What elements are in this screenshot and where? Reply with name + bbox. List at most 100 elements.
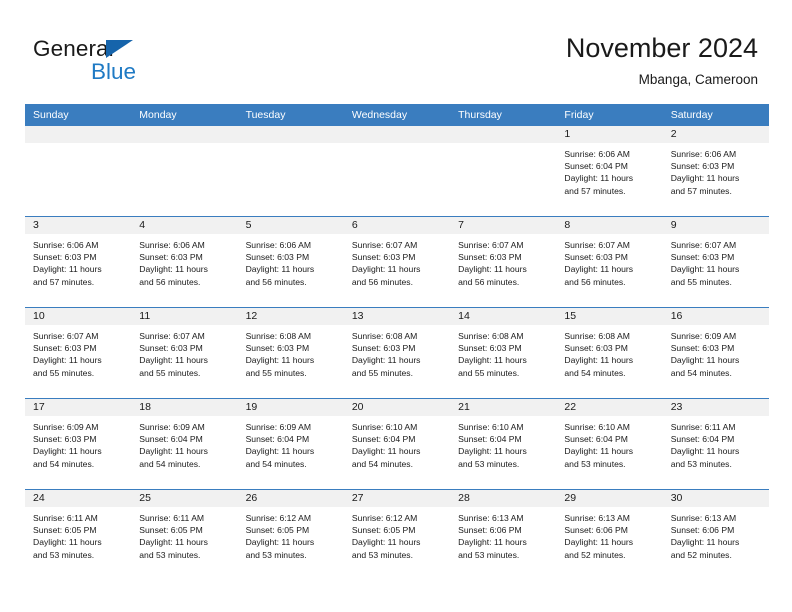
calendar-day-cell[interactable]: 26 Sunrise: 6:12 AM Sunset: 6:05 PM Dayligh… — [237, 489, 344, 580]
daylight-text-line1: Daylight: 11 hours — [458, 264, 527, 275]
daylight-text-line2: and 56 minutes. — [139, 276, 201, 287]
calendar-page: General Blue November 2024 Mbanga, Camer… — [0, 0, 792, 612]
daylight-text-line2: and 53 minutes. — [670, 458, 732, 469]
calendar-day-cell[interactable]: 15 Sunrise: 6:08 AM Sunset: 6:03 PM Dayligh… — [556, 307, 663, 399]
calendar-day-cell[interactable]: 8 Sunrise: 6:07 AM Sunset: 6:03 PM Daylight… — [556, 216, 663, 308]
daylight-text-line1: Daylight: 11 hours — [351, 264, 421, 275]
daylight-text-line1: Daylight: 11 hours — [564, 264, 634, 275]
calendar-day-cell[interactable]: 13 Sunrise: 6:08 AM Sunset: 6:03 PM Dayligh… — [343, 307, 451, 399]
day-number — [450, 126, 557, 143]
day-number: 25 — [131, 490, 238, 507]
calendar-day-cell[interactable]: 3 Sunrise: 6:06 AM Sunset: 6:03 PM Daylight… — [25, 216, 132, 308]
calendar-cell-empty — [237, 126, 344, 217]
calendar-day-cell[interactable]: 23 Sunrise: 6:11 AM Sunset: 6:04 PM Dayligh… — [662, 398, 769, 490]
title-block: November 2024 Mbanga, Cameroon — [566, 32, 758, 88]
daylight-text-line1: Daylight: 11 hours — [139, 537, 208, 548]
day-details: Sunrise: 6:08 AM Sunset: 6:03 PM Daylight:… — [556, 325, 662, 379]
brand-logo[interactable]: General Blue — [33, 36, 253, 92]
sunset-text: Sunset: 6:06 PM — [564, 525, 628, 536]
daylight-text-line1: Daylight: 11 hours — [245, 446, 315, 457]
sunset-text: Sunset: 6:03 PM — [139, 252, 203, 263]
calendar-day-cell[interactable]: 21 Sunrise: 6:10 AM Sunset: 6:04 PM Dayligh… — [450, 398, 557, 490]
daylight-text-line2: and 53 minutes. — [458, 549, 520, 560]
day-number — [131, 126, 238, 143]
daylight-text-line2: and 55 minutes. — [245, 367, 307, 378]
sunrise-text: Sunrise: 6:08 AM — [458, 331, 524, 341]
sunset-text: Sunset: 6:04 PM — [458, 434, 522, 445]
calendar-day-cell[interactable]: 18 Sunrise: 6:09 AM Sunset: 6:04 PM Dayligh… — [131, 398, 238, 490]
calendar-day-cell[interactable]: 27 Sunrise: 6:12 AM Sunset: 6:05 PM Dayligh… — [343, 489, 451, 580]
sunset-text: Sunset: 6:04 PM — [351, 434, 416, 445]
day-details: Sunrise: 6:11 AM Sunset: 6:05 PM Daylight:… — [131, 507, 237, 561]
calendar-day-cell[interactable]: 19 Sunrise: 6:09 AM Sunset: 6:04 PM Dayligh… — [237, 398, 344, 490]
daylight-text-line2: and 52 minutes. — [564, 549, 626, 560]
calendar-day-cell[interactable]: 16 Sunrise: 6:09 AM Sunset: 6:03 PM Dayligh… — [662, 307, 769, 399]
sunrise-text: Sunrise: 6:10 AM — [458, 422, 524, 432]
day-number — [237, 126, 344, 143]
daylight-text-line1: Daylight: 11 hours — [351, 355, 421, 366]
sunset-text: Sunset: 6:03 PM — [139, 343, 203, 354]
daylight-text-line2: and 56 minutes. — [564, 276, 626, 287]
sunset-text: Sunset: 6:05 PM — [33, 525, 97, 536]
day-details: Sunrise: 6:09 AM Sunset: 6:04 PM Daylight:… — [131, 416, 237, 470]
day-details: Sunrise: 6:12 AM Sunset: 6:05 PM Daylight:… — [344, 507, 450, 561]
calendar-week-row: 10 Sunrise: 6:07 AM Sunset: 6:03 PM Dayligh… — [25, 307, 769, 399]
calendar-day-cell[interactable]: 1 Sunrise: 6:06 AM Sunset: 6:04 PM Daylight… — [556, 126, 663, 217]
daylight-text-line2: and 55 minutes. — [670, 276, 732, 287]
day-number: 1 — [556, 126, 663, 143]
daylight-text-line2: and 53 minutes. — [245, 549, 307, 560]
calendar-day-cell[interactable]: 29 Sunrise: 6:13 AM Sunset: 6:06 PM Dayligh… — [556, 489, 663, 580]
day-details: Sunrise: 6:13 AM Sunset: 6:06 PM Daylight:… — [663, 507, 769, 561]
sunrise-text: Sunrise: 6:06 AM — [245, 240, 312, 250]
calendar-day-cell[interactable]: 6 Sunrise: 6:07 AM Sunset: 6:03 PM Daylight… — [343, 216, 451, 308]
weekday-header-sunday: Sunday — [25, 104, 132, 126]
calendar-day-cell[interactable]: 17 Sunrise: 6:09 AM Sunset: 6:03 PM Dayligh… — [25, 398, 132, 490]
daylight-text-line2: and 54 minutes. — [564, 367, 626, 378]
calendar-day-cell[interactable]: 11 Sunrise: 6:07 AM Sunset: 6:03 PM Dayligh… — [131, 307, 238, 399]
weekday-header-tuesday: Tuesday — [237, 104, 344, 126]
day-number: 10 — [25, 308, 132, 325]
day-number: 26 — [237, 490, 344, 507]
daylight-text-line1: Daylight: 11 hours — [245, 355, 315, 366]
calendar-day-cell[interactable]: 2 Sunrise: 6:06 AM Sunset: 6:03 PM Daylight… — [662, 126, 769, 217]
calendar-day-cell[interactable]: 20 Sunrise: 6:10 AM Sunset: 6:04 PM Dayligh… — [343, 398, 451, 490]
day-details: Sunrise: 6:06 AM Sunset: 6:03 PM Daylight:… — [131, 234, 237, 288]
sunset-text: Sunset: 6:03 PM — [245, 252, 310, 263]
calendar-day-cell[interactable]: 24 Sunrise: 6:11 AM Sunset: 6:05 PM Dayligh… — [25, 489, 132, 580]
daylight-text-line2: and 55 minutes. — [458, 367, 520, 378]
calendar-day-cell[interactable]: 10 Sunrise: 6:07 AM Sunset: 6:03 PM Dayligh… — [25, 307, 132, 399]
day-details: Sunrise: 6:09 AM Sunset: 6:03 PM Daylight:… — [663, 325, 769, 379]
calendar-day-cell[interactable]: 30 Sunrise: 6:13 AM Sunset: 6:06 PM Dayligh… — [662, 489, 769, 580]
calendar-day-cell[interactable]: 25 Sunrise: 6:11 AM Sunset: 6:05 PM Dayligh… — [131, 489, 238, 580]
day-number: 30 — [662, 490, 769, 507]
calendar-day-cell[interactable]: 22 Sunrise: 6:10 AM Sunset: 6:04 PM Dayligh… — [556, 398, 663, 490]
calendar-day-cell[interactable]: 9 Sunrise: 6:07 AM Sunset: 6:03 PM Daylight… — [662, 216, 769, 308]
calendar-day-cell[interactable]: 14 Sunrise: 6:08 AM Sunset: 6:03 PM Dayligh… — [450, 307, 557, 399]
calendar-day-cell[interactable]: 5 Sunrise: 6:06 AM Sunset: 6:03 PM Daylight… — [237, 216, 344, 308]
day-number: 9 — [662, 217, 769, 234]
daylight-text-line2: and 52 minutes. — [670, 549, 732, 560]
day-number: 29 — [556, 490, 663, 507]
sunset-text: Sunset: 6:03 PM — [33, 252, 97, 263]
calendar-day-cell[interactable]: 7 Sunrise: 6:07 AM Sunset: 6:03 PM Daylight… — [450, 216, 557, 308]
day-number: 8 — [556, 217, 663, 234]
daylight-text-line1: Daylight: 11 hours — [670, 446, 740, 457]
calendar-day-cell[interactable]: 4 Sunrise: 6:06 AM Sunset: 6:03 PM Daylight… — [131, 216, 238, 308]
day-details: Sunrise: 6:07 AM Sunset: 6:03 PM Daylight:… — [556, 234, 662, 288]
day-number: 17 — [25, 399, 132, 416]
sunrise-text: Sunrise: 6:13 AM — [458, 513, 524, 523]
sunset-text: Sunset: 6:04 PM — [564, 161, 628, 172]
sunrise-text: Sunrise: 6:08 AM — [564, 331, 630, 341]
day-details: Sunrise: 6:07 AM Sunset: 6:03 PM Daylight:… — [344, 234, 450, 288]
calendar-day-cell[interactable]: 12 Sunrise: 6:08 AM Sunset: 6:03 PM Dayligh… — [237, 307, 344, 399]
day-number — [25, 126, 132, 143]
sunrise-text: Sunrise: 6:13 AM — [564, 513, 630, 523]
day-number: 20 — [343, 399, 451, 416]
day-details: Sunrise: 6:11 AM Sunset: 6:04 PM Daylight:… — [663, 416, 769, 470]
sunrise-text: Sunrise: 6:06 AM — [564, 149, 630, 159]
day-details: Sunrise: 6:06 AM Sunset: 6:03 PM Daylight:… — [238, 234, 344, 288]
sunset-text: Sunset: 6:06 PM — [670, 525, 735, 536]
calendar-day-cell[interactable]: 28 Sunrise: 6:13 AM Sunset: 6:06 PM Dayligh… — [450, 489, 557, 580]
daylight-text-line2: and 53 minutes. — [33, 549, 95, 560]
calendar-week-row: 17 Sunrise: 6:09 AM Sunset: 6:03 PM Dayligh… — [25, 398, 769, 490]
